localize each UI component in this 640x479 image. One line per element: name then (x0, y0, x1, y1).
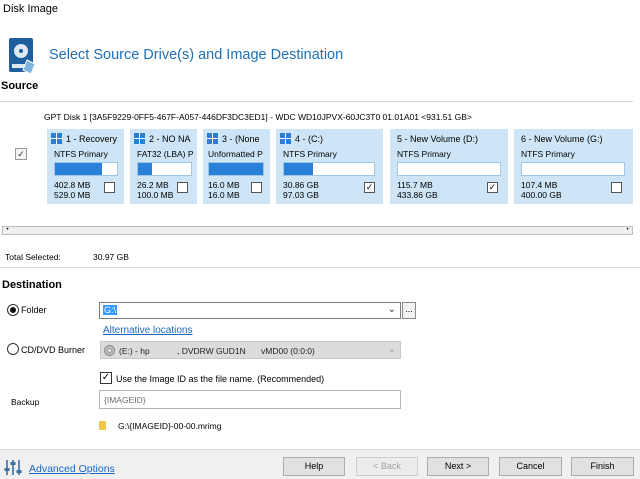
next-button[interactable]: Next > (427, 457, 489, 476)
partition-5[interactable]: 5 - New Volume (D:) NTFS Primary 115.7 M… (390, 129, 508, 204)
horizontal-scrollbar[interactable]: • • (2, 226, 633, 235)
partition-title: 6 - New Volume (G:) (521, 134, 603, 144)
partition-type: NTFS Primary (283, 149, 337, 159)
partition-total: 529.0 MB (54, 190, 91, 200)
partition-used: 402.8 MB (54, 180, 91, 190)
partition-2[interactable]: 2 - NO NA FAT32 (LBA) P 26.2 MB 100.0 MB (130, 129, 197, 204)
finish-button[interactable]: Finish (571, 457, 634, 476)
partition-checkbox[interactable] (104, 182, 115, 193)
partition-checkbox[interactable] (611, 182, 622, 193)
partition-used: 16.0 MB (208, 180, 240, 190)
use-image-id-label: Use the Image ID as the file name. (Reco… (116, 374, 325, 384)
divider (0, 267, 640, 268)
chevron-down-icon[interactable]: ⌄ (388, 304, 396, 315)
use-image-id-checkbox[interactable]: ✓ (100, 372, 112, 384)
partition-total: 400.00 GB (521, 190, 562, 200)
folder-icon (99, 421, 106, 430)
partition-total: 100.0 MB (137, 190, 174, 200)
partition-title: 3 - (None (222, 134, 260, 144)
partition-usage-bar (283, 162, 375, 176)
alternative-locations-link[interactable]: Alternative locations (103, 325, 193, 336)
partition-total: 97.03 GB (283, 190, 319, 200)
partition-used: 107.4 MB (521, 180, 558, 190)
partition-1[interactable]: 1 - Recovery NTFS Primary 402.8 MB 529.0… (47, 129, 124, 204)
scroll-right-button[interactable]: • (623, 227, 632, 234)
backup-name-value: {IMAGEID} (104, 395, 146, 405)
cancel-button[interactable]: Cancel (499, 457, 562, 476)
partition-checkbox[interactable]: ✓ (487, 182, 498, 193)
total-selected-value: 30.97 GB (93, 252, 129, 262)
partition-used: 30.86 GB (283, 180, 319, 190)
chevron-down-icon[interactable]: ⌄ (388, 344, 396, 355)
disk-checkbox[interactable]: ✓ (15, 148, 27, 160)
partition-used: 26.2 MB (137, 180, 169, 190)
folder-label: Folder (21, 305, 47, 315)
partition-6[interactable]: 6 - New Volume (G:) NTFS Primary 107.4 M… (514, 129, 633, 204)
folder-value[interactable]: G:\ (103, 305, 118, 315)
partition-usage-bar (521, 162, 625, 176)
partition-4[interactable]: 4 - (C:) NTFS Primary 30.86 GB 97.03 GB … (276, 129, 383, 204)
partition-usage-bar (137, 162, 192, 176)
windows-icon (134, 133, 145, 144)
partition-usage-bar (54, 162, 118, 176)
scroll-left-button[interactable]: • (3, 227, 12, 234)
cd-drive-model: , DVDRW GUD1N (177, 346, 246, 356)
partition-type: NTFS Primary (521, 149, 575, 159)
partition-title: 1 - Recovery (66, 134, 118, 144)
partition-usage-fill (209, 163, 263, 175)
cd-dvd-radio[interactable] (7, 343, 19, 355)
advanced-options-link[interactable]: Advanced Options (29, 463, 115, 475)
cd-dvd-label: CD/DVD Burner (21, 345, 86, 355)
partition-title: 4 - (C:) (295, 134, 323, 144)
partition-checkbox[interactable]: ✓ (364, 182, 375, 193)
output-file-path: G:\{IMAGEID}-00-00.mrimg (118, 421, 222, 431)
browse-button[interactable]: ... (402, 302, 416, 319)
partition-usage-bar (397, 162, 501, 176)
windows-icon (280, 133, 291, 144)
destination-heading: Destination (2, 279, 62, 291)
partition-usage-fill (138, 163, 152, 175)
partition-checkbox[interactable] (177, 182, 188, 193)
partition-used: 115.7 MB (397, 180, 433, 190)
folder-combobox[interactable]: G:\ ⌄ (99, 302, 401, 319)
partition-usage-bar (208, 162, 264, 176)
partition-total: 16.0 MB (208, 190, 240, 200)
partition-type: FAT32 (LBA) P (137, 149, 194, 159)
partition-type: NTFS Primary (397, 149, 451, 159)
page-title: Select Source Drive(s) and Image Destina… (49, 47, 344, 63)
cd-drive-name: (E:) - hp (119, 346, 150, 356)
partition-total: 433.86 GB (397, 190, 438, 200)
disc-icon (104, 345, 115, 356)
folder-radio[interactable] (7, 304, 19, 316)
partition-type: Unformatted P (208, 149, 263, 159)
windows-icon (51, 133, 62, 144)
partition-usage-fill (55, 163, 103, 175)
cd-drive-device: vMD00 (0:0:0) (261, 346, 315, 356)
source-heading: Source (1, 80, 39, 92)
partition-checkbox[interactable] (251, 182, 262, 193)
disk-description: GPT Disk 1 [3A5F9229-0FF5-467F-A057-446D… (44, 112, 472, 122)
partition-usage-fill (284, 163, 313, 175)
backup-name-input[interactable]: {IMAGEID} (99, 390, 401, 409)
partition-type: NTFS Primary (54, 149, 108, 159)
help-button[interactable]: Help (283, 457, 345, 476)
sliders-icon[interactable] (4, 458, 23, 477)
disk-image-icon (9, 38, 36, 75)
backup-label: Backup (11, 397, 40, 407)
cd-dvd-combobox[interactable]: (E:) - hp , DVDRW GUD1N vMD00 (0:0:0) ⌄ (100, 341, 401, 359)
windows-icon (207, 133, 218, 144)
partition-3[interactable]: 3 - (None Unformatted P 16.0 MB 16.0 MB (203, 129, 270, 204)
total-selected-label: Total Selected: (5, 252, 61, 262)
partition-title: 5 - New Volume (D:) (397, 134, 479, 144)
back-button[interactable]: < Back (356, 457, 418, 476)
partition-title: 2 - NO NA (149, 134, 191, 144)
window-title: Disk Image (3, 3, 59, 15)
